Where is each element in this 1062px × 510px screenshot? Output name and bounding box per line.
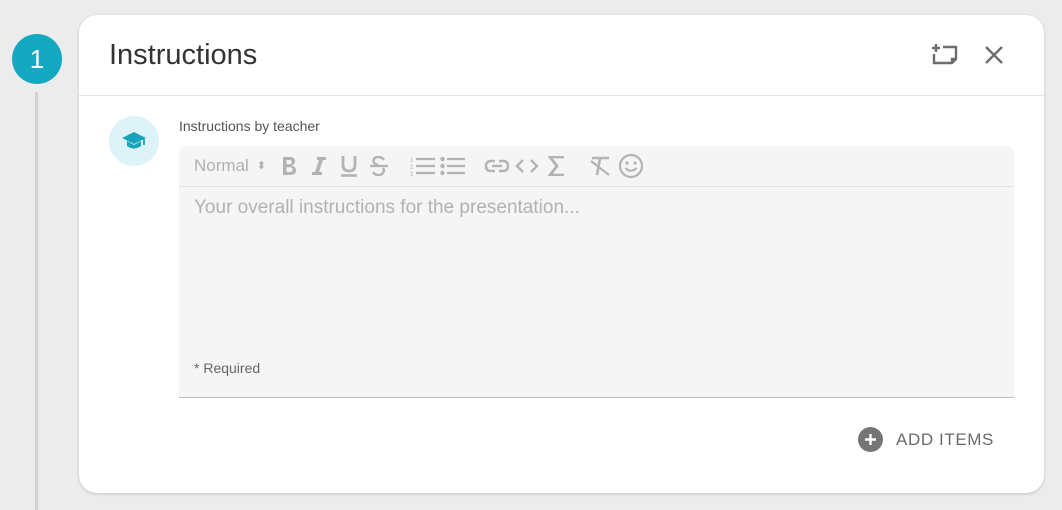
teacher-avatar (109, 116, 159, 166)
clear-format-button[interactable] (586, 152, 616, 180)
formula-button[interactable] (542, 152, 572, 180)
add-items-button[interactable]: ADD ITEMS (858, 427, 994, 452)
editor-text-area[interactable]: Your overall instructions for the presen… (179, 187, 1014, 376)
strikethrough-button[interactable] (364, 152, 394, 180)
step-connector-line (35, 92, 38, 510)
clear-format-icon (590, 156, 610, 176)
svg-text:2: 2 (410, 165, 414, 171)
code-icon (515, 159, 539, 173)
step-number: 1 (29, 43, 45, 74)
bullet-list-button[interactable] (438, 152, 468, 180)
add-note-button[interactable] (924, 35, 964, 75)
underline-icon (341, 156, 358, 177)
emoji-button[interactable] (616, 152, 646, 180)
required-note: * Required (194, 360, 261, 376)
bold-icon (283, 157, 297, 175)
svg-text:1: 1 (410, 158, 414, 164)
link-icon (484, 159, 510, 173)
instructions-card: Instructions Instructions by teacher Nor… (79, 15, 1044, 493)
svg-text:3: 3 (410, 172, 414, 176)
add-note-icon (932, 44, 958, 65)
editor-toolbar: Normal ⬍ 1 2 3 (179, 146, 1014, 187)
strikethrough-icon (370, 156, 389, 176)
step-number-badge: 1 (12, 34, 62, 84)
card-title: Instructions (109, 38, 258, 71)
link-button[interactable] (482, 152, 512, 180)
underline-button[interactable] (334, 152, 364, 180)
editor-label: Instructions by teacher (179, 118, 320, 134)
graduation-cap-icon (122, 132, 146, 149)
bullet-list-icon (440, 156, 466, 176)
card-header: Instructions (79, 15, 1044, 96)
code-button[interactable] (512, 152, 542, 180)
ordered-list-button[interactable]: 1 2 3 (408, 152, 438, 180)
instructions-editor: Normal ⬍ 1 2 3 Your overall instructions… (179, 146, 1014, 398)
plus-circle-icon (858, 427, 884, 452)
editor-placeholder: Your overall instructions for the presen… (194, 197, 580, 218)
bold-button[interactable] (274, 152, 304, 180)
italic-icon (312, 157, 327, 175)
add-items-label: ADD ITEMS (896, 429, 994, 449)
close-button[interactable] (974, 35, 1014, 75)
close-icon (985, 46, 1003, 64)
emoji-icon (618, 153, 644, 179)
format-select-value: Normal (194, 156, 249, 175)
formula-icon (548, 156, 565, 176)
format-select[interactable]: Normal ⬍ (194, 156, 266, 176)
page: 1 Instructions Instructions by teacher N… (0, 0, 1062, 510)
select-arrows-icon: ⬍ (256, 159, 267, 172)
italic-button[interactable] (304, 152, 334, 180)
ordered-list-icon: 1 2 3 (410, 157, 436, 176)
